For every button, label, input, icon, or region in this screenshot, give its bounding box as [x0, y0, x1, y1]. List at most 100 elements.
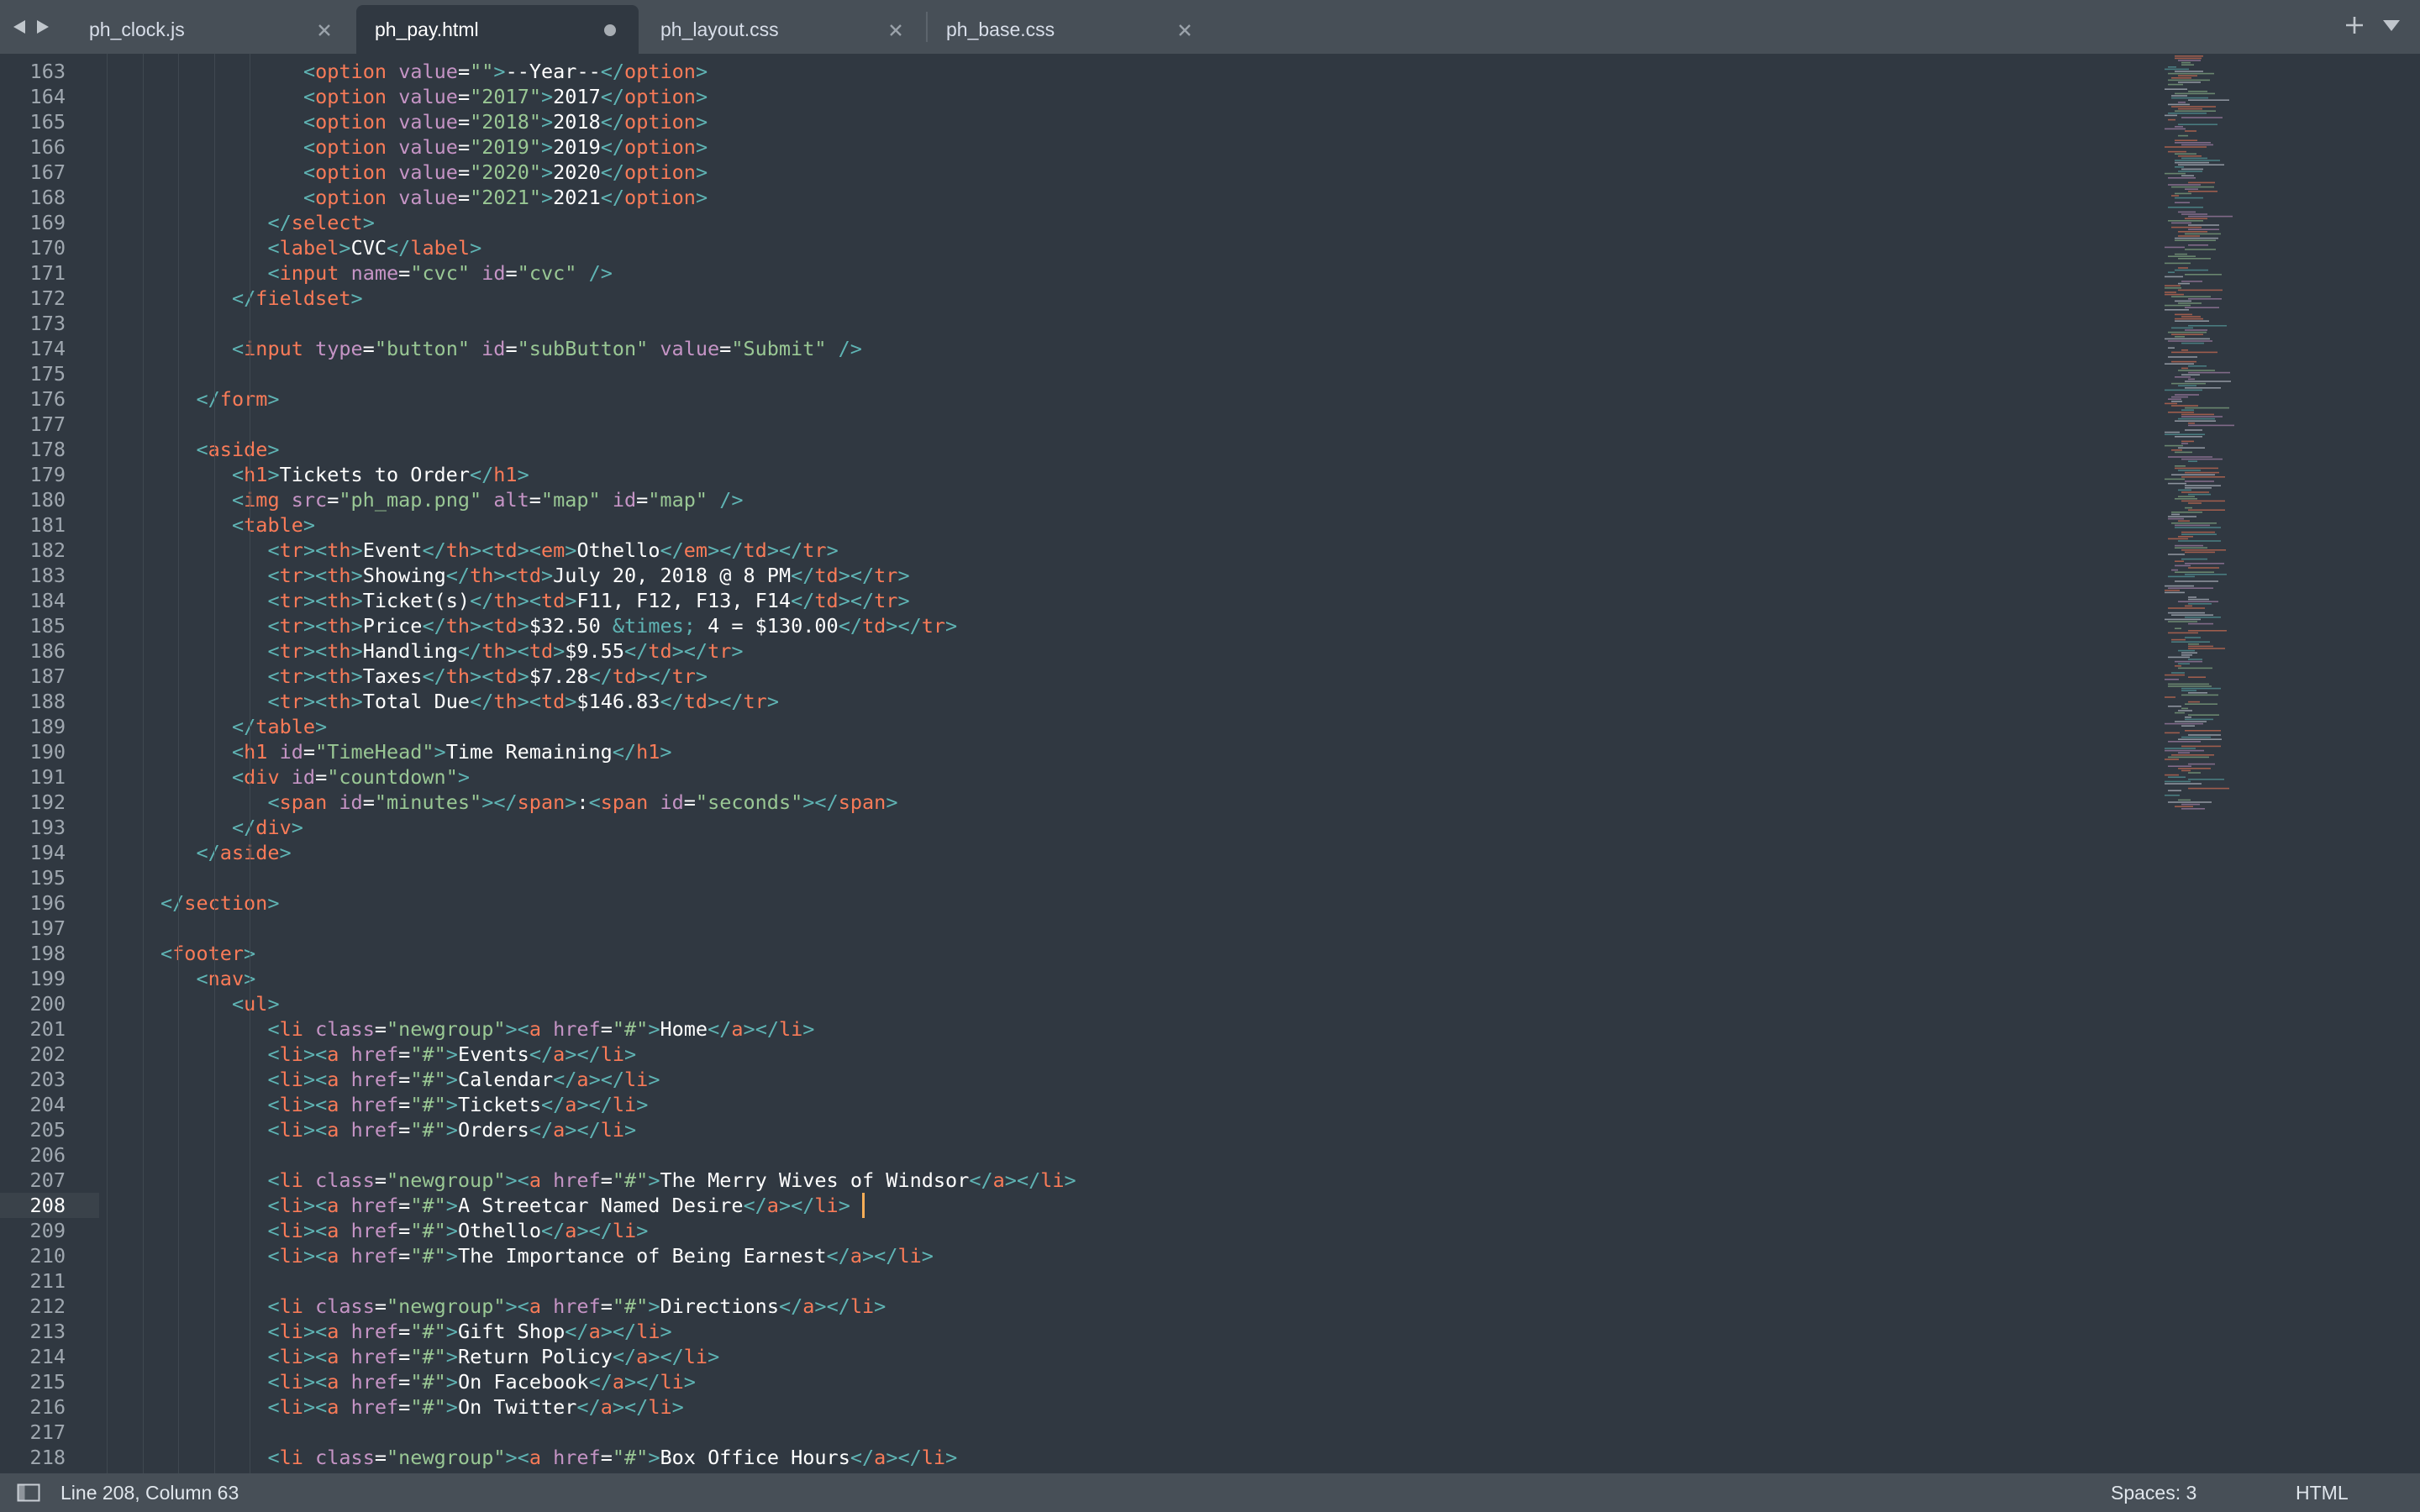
- code-line[interactable]: 165 <option value="2018">2018</option>: [0, 109, 2151, 134]
- code-line[interactable]: 192 <span id="minutes"></span>:<span id="…: [0, 790, 2151, 815]
- code-line[interactable]: 216 <li><a href="#">On Twitter</a></li>: [0, 1394, 2151, 1420]
- code-line[interactable]: 177: [0, 412, 2151, 437]
- minimap-line: [2175, 202, 2190, 203]
- minimap-line: [2175, 580, 2218, 582]
- code-line[interactable]: 200 <ul>: [0, 991, 2151, 1016]
- minimap-line: [2175, 527, 2221, 528]
- code-line[interactable]: 209 <li><a href="#">Othello</a></li>: [0, 1218, 2151, 1243]
- code-line[interactable]: 202 <li><a href="#">Events</a></li>: [0, 1042, 2151, 1067]
- code-line[interactable]: 171 <input name="cvc" id="cvc" />: [0, 260, 2151, 286]
- minimap-line: [2171, 222, 2191, 224]
- code-line[interactable]: 215 <li><a href="#">On Facebook</a></li>: [0, 1369, 2151, 1394]
- minimap-line: [2178, 171, 2202, 172]
- code-line[interactable]: 173: [0, 311, 2151, 336]
- tab-ph-pay-html[interactable]: ph_pay.html: [356, 5, 639, 54]
- minimap-line: [2168, 706, 2181, 707]
- code-line[interactable]: 190 <h1 id="TimeHead">Time Remaining</h1>: [0, 739, 2151, 764]
- code-line[interactable]: 212 <li class="newgroup"><a href="#">Dire…: [0, 1294, 2151, 1319]
- minimap[interactable]: [2161, 54, 2338, 827]
- code-line[interactable]: 199 <nav>: [0, 966, 2151, 991]
- back-arrow-icon[interactable]: [12, 18, 27, 35]
- close-icon[interactable]: [316, 21, 333, 38]
- new-tab-plus-icon[interactable]: [2344, 15, 2365, 39]
- syntax-mode[interactable]: HTML: [2296, 1473, 2349, 1512]
- line-number: 175: [29, 362, 66, 386]
- code-line[interactable]: 182 <tr><th>Event</th><td><em>Othello</em…: [0, 538, 2151, 563]
- modified-dot-icon[interactable]: [602, 21, 618, 38]
- minimap-line: [2175, 253, 2187, 255]
- code-line[interactable]: 194 </aside>: [0, 840, 2151, 865]
- code-line[interactable]: 169 </select>: [0, 210, 2151, 235]
- code-line[interactable]: 206: [0, 1142, 2151, 1168]
- code-line[interactable]: 174 <input type="button" id="subButton" v…: [0, 336, 2151, 361]
- code-line[interactable]: 183 <tr><th>Showing</th><td>July 20, 2018…: [0, 563, 2151, 588]
- indent-guide: [213, 54, 215, 1473]
- cursor-position[interactable]: Line 208, Column 63: [60, 1473, 239, 1512]
- code-editor[interactable]: 163 <option value="">--Year--</option> 164…: [0, 54, 2420, 1473]
- minimap-line: [2188, 493, 2211, 496]
- tab-ph-clock-js[interactable]: ph_clock.js: [62, 5, 353, 54]
- minimap-line: [2165, 262, 2191, 265]
- minimap-line: [2165, 172, 2186, 175]
- code-line[interactable]: 187 <tr><th>Taxes</th><td>$7.28</td></tr>: [0, 664, 2151, 689]
- code-line[interactable]: 201 <li class="newgroup"><a href="#">Home…: [0, 1016, 2151, 1042]
- minimap-line: [2165, 246, 2185, 249]
- code-line[interactable]: 181 <table>: [0, 512, 2151, 538]
- code-line[interactable]: 164 <option value="2017">2017</option>: [0, 84, 2151, 109]
- code-line[interactable]: 191 <div id="countdown">: [0, 764, 2151, 790]
- code-line[interactable]: 175: [0, 361, 2151, 386]
- code-line[interactable]: 179 <h1>Tickets to Order</h1>: [0, 462, 2151, 487]
- code-line[interactable]: 168 <option value="2021">2021</option>: [0, 185, 2151, 210]
- minimap-line: [2181, 168, 2203, 171]
- code-line[interactable]: 208 <li><a href="#">A Streetcar Named Des…: [0, 1193, 2151, 1218]
- code-line[interactable]: 186 <tr><th>Handling</th><td>$9.55</td></…: [0, 638, 2151, 664]
- code-line[interactable]: 188 <tr><th>Total Due</th><td>$146.83</td…: [0, 689, 2151, 714]
- code-line[interactable]: 178 <aside>: [0, 437, 2151, 462]
- code-text: <tr><th>Price</th><td>$32.50 &times; 4 =…: [267, 614, 958, 638]
- tab-list-chevron-icon[interactable]: [2381, 17, 2402, 38]
- code-text: <li class="newgroup"><a href="#">Box Off…: [267, 1446, 958, 1469]
- code-line[interactable]: 170 <label>CVC</label>: [0, 235, 2151, 260]
- tab-ph-base-css[interactable]: ph_base.css: [928, 5, 1213, 54]
- code-line[interactable]: 196 </section>: [0, 890, 2151, 916]
- code-line[interactable]: 204 <li><a href="#">Tickets</a></li>: [0, 1092, 2151, 1117]
- code-line[interactable]: 189 </table>: [0, 714, 2151, 739]
- minimap-line: [2188, 787, 2229, 790]
- code-text: <option value="2018">2018</option>: [303, 110, 708, 134]
- minimap-line: [2165, 590, 2180, 591]
- close-icon[interactable]: [887, 21, 904, 38]
- code-line[interactable]: 195: [0, 865, 2151, 890]
- minimap-line: [2178, 211, 2196, 213]
- code-line[interactable]: 203 <li><a href="#">Calendar</a></li>: [0, 1067, 2151, 1092]
- code-line[interactable]: 166 <option value="2019">2019</option>: [0, 134, 2151, 160]
- code-line[interactable]: 193 </div>: [0, 815, 2151, 840]
- forward-arrow-icon[interactable]: [35, 18, 50, 35]
- tab-ph-layout-css[interactable]: ph_layout.css: [639, 5, 924, 54]
- code-line[interactable]: 217: [0, 1420, 2151, 1445]
- code-line[interactable]: 218 <li class="newgroup"><a href="#">Box …: [0, 1445, 2151, 1470]
- minimap-line: [2168, 554, 2185, 555]
- code-line[interactable]: 211: [0, 1268, 2151, 1294]
- code-line[interactable]: 180 <img src="ph_map.png" alt="map" id="m…: [0, 487, 2151, 512]
- sidebar-panel-icon[interactable]: [17, 1483, 40, 1507]
- code-line[interactable]: 172 </fieldset>: [0, 286, 2151, 311]
- code-line[interactable]: 185 <tr><th>Price</th><td>$32.50 &times; …: [0, 613, 2151, 638]
- minimap-line: [2168, 482, 2186, 485]
- minimap-line: [2175, 560, 2184, 562]
- code-line[interactable]: 198 <footer>: [0, 941, 2151, 966]
- minimap-line: [2171, 296, 2211, 297]
- close-icon[interactable]: [1176, 21, 1193, 38]
- code-line[interactable]: 213 <li><a href="#">Gift Shop</a></li>: [0, 1319, 2151, 1344]
- code-line[interactable]: 176 </form>: [0, 386, 2151, 412]
- code-line[interactable]: 210 <li><a href="#">The Importance of Bei…: [0, 1243, 2151, 1268]
- indentation-setting[interactable]: Spaces: 3: [2111, 1473, 2196, 1512]
- code-line[interactable]: 197: [0, 916, 2151, 941]
- minimap-line: [2165, 795, 2180, 796]
- code-line[interactable]: 184 <tr><th>Ticket(s)</th><td>F11, F12, F…: [0, 588, 2151, 613]
- code-line[interactable]: 207 <li class="newgroup"><a href="#">The …: [0, 1168, 2151, 1193]
- code-line[interactable]: 205 <li><a href="#">Orders</a></li>: [0, 1117, 2151, 1142]
- code-line[interactable]: 163 <option value="">--Year--</option>: [0, 59, 2151, 84]
- code-line[interactable]: 167 <option value="2020">2020</option>: [0, 160, 2151, 185]
- minimap-line: [2171, 327, 2193, 329]
- code-line[interactable]: 214 <li><a href="#">Return Policy</a></li…: [0, 1344, 2151, 1369]
